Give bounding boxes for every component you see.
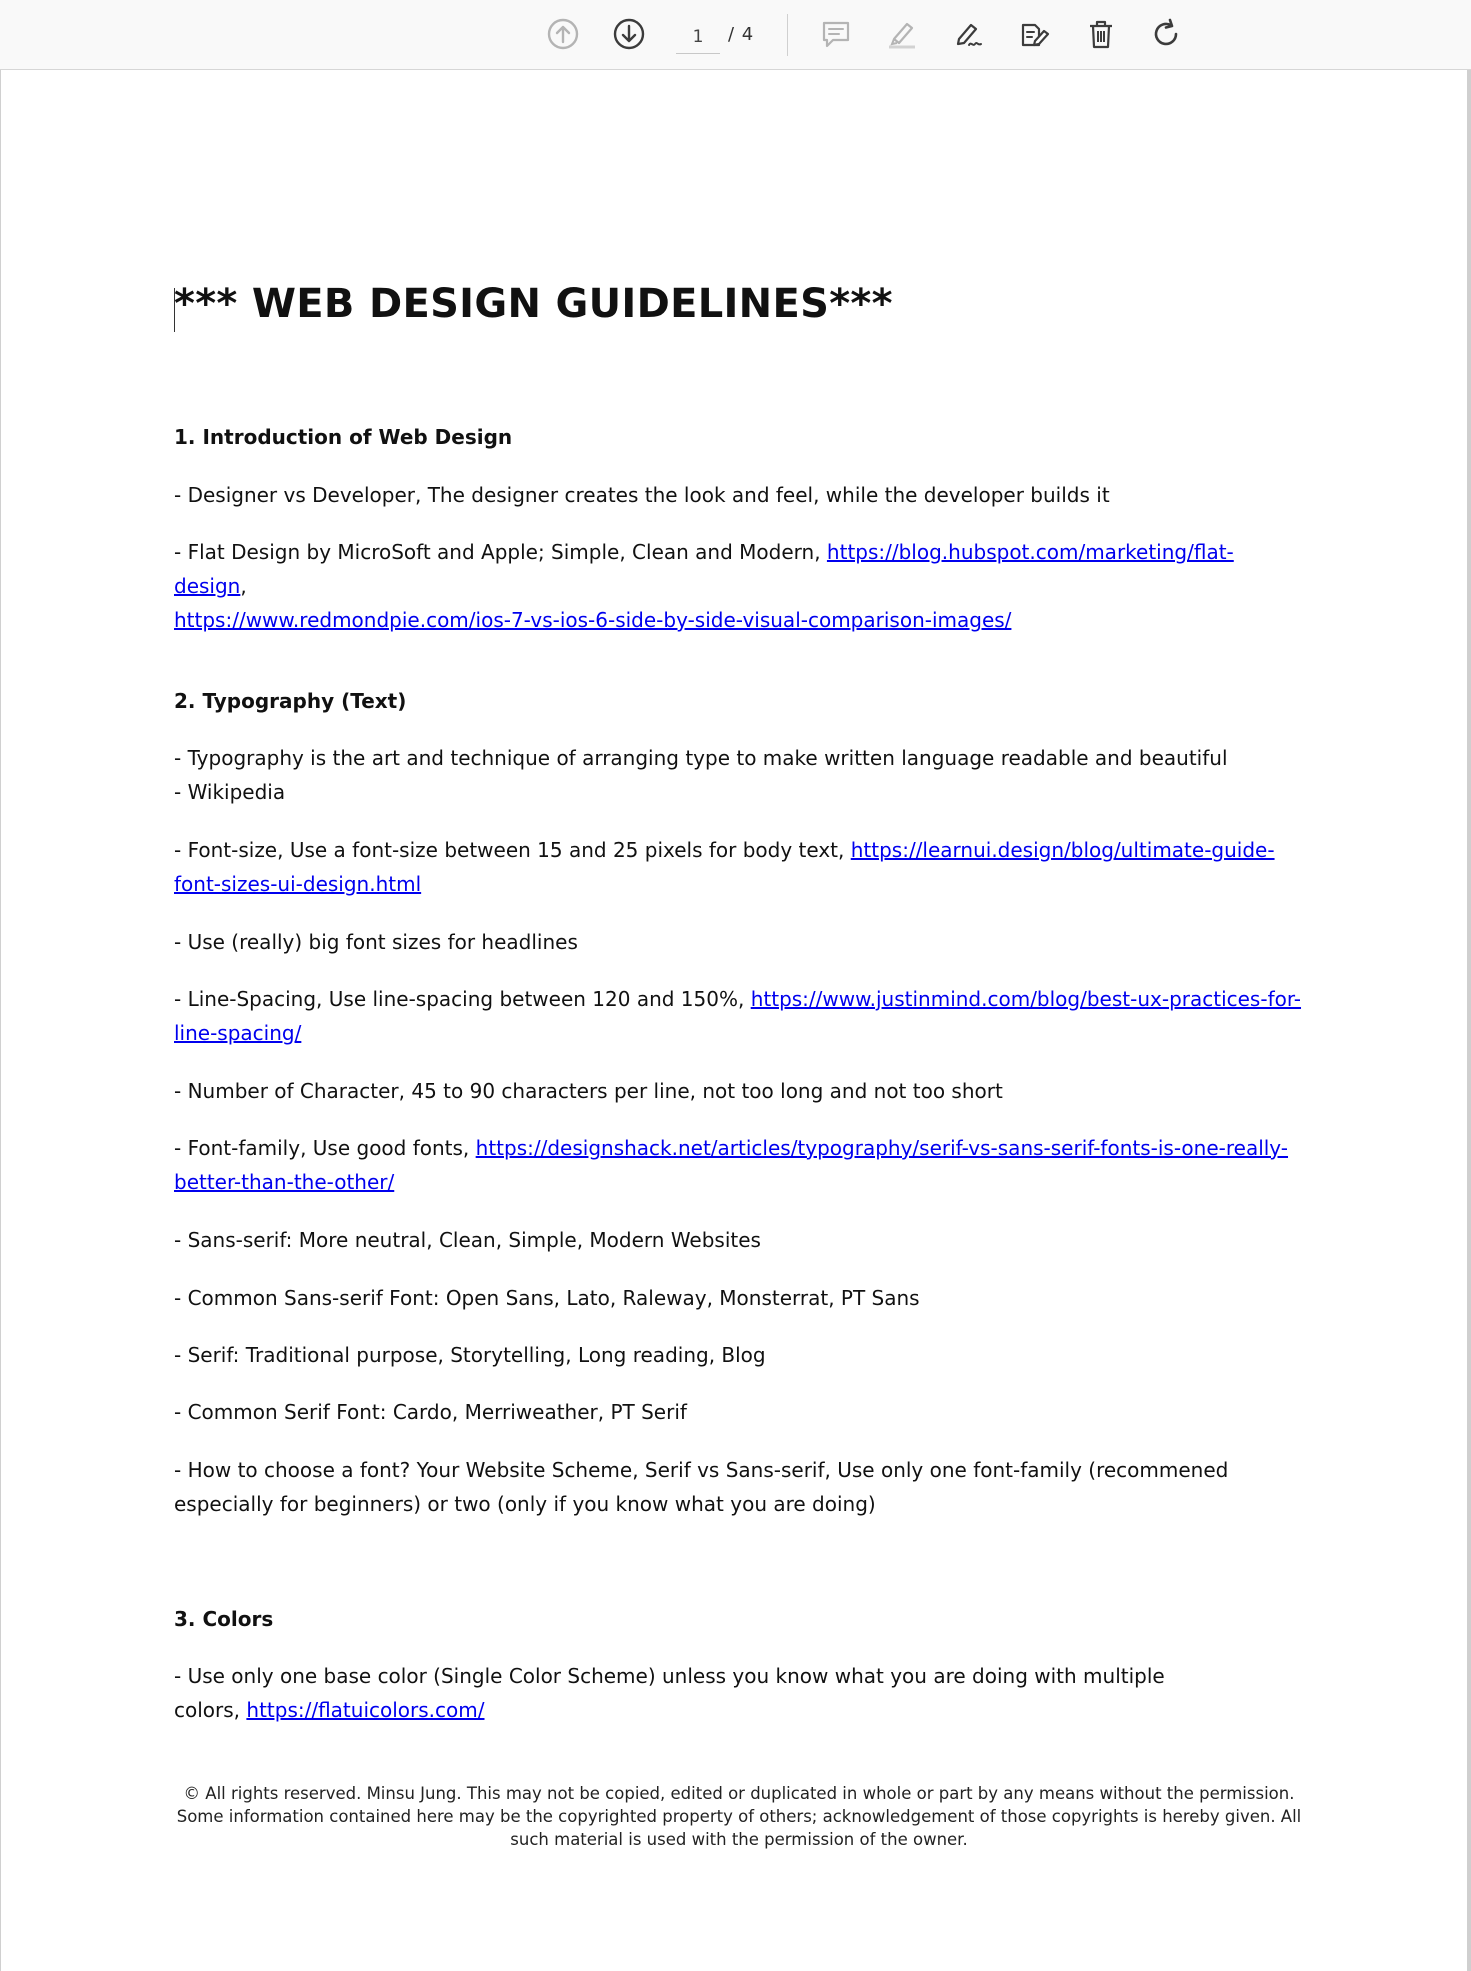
toolbar-divider [787, 14, 788, 56]
pdf-page: *** WEB DESIGN GUIDELINES*** 1. Introduc… [0, 70, 1471, 1971]
separator-text: , [240, 574, 247, 598]
section-heading-introduction: 1. Introduction of Web Design [174, 425, 513, 449]
highlighter-icon [889, 22, 915, 49]
paragraph-text: - Flat Design by MicroSoft and Apple; Si… [174, 540, 827, 564]
paragraph: - Use (really) big font sizes for headli… [174, 930, 578, 954]
paragraph: - Designer vs Developer, The designer cr… [174, 483, 1110, 507]
page-total-label: / 4 [728, 24, 755, 45]
paragraph: - Sans-serif: More neutral, Clean, Simpl… [174, 1228, 761, 1252]
document-title: *** WEB DESIGN GUIDELINES*** [174, 281, 893, 327]
section-heading-colors: 3. Colors [174, 1607, 274, 1631]
highlight-button[interactable] [882, 14, 922, 54]
scrollbar-edge[interactable] [1467, 70, 1471, 1971]
page-number-input[interactable] [676, 20, 720, 54]
rotate-icon [1154, 18, 1178, 46]
paragraph-with-links: - Font-size, Use a font-size between 15 … [174, 833, 1304, 901]
arrow-up-circle-icon [547, 18, 579, 50]
paragraph: - Typography is the art and technique of… [174, 746, 1228, 804]
paragraph: - How to choose a font? Your Website Sch… [174, 1458, 1229, 1516]
link-redmondpie-comparison[interactable]: https://www.redmondpie.com/ios-7-vs-ios-… [174, 608, 1011, 632]
paragraph-with-links: - Font-family, Use good fonts, https://d… [174, 1131, 1304, 1199]
previous-page-button[interactable] [543, 14, 583, 54]
draw-button[interactable] [948, 14, 988, 54]
paragraph-text: - Font-size, Use a font-size between 15 … [174, 838, 851, 862]
edit-text-button[interactable] [1014, 14, 1054, 54]
link-flatuicolors[interactable]: https://flatuicolors.com/ [246, 1698, 484, 1722]
trash-icon [1090, 20, 1112, 49]
paragraph: - Common Sans-serif Font: Open Sans, Lat… [174, 1286, 920, 1310]
pdf-toolbar: / 4 [0, 0, 1471, 70]
paragraph-text: - Line-Spacing, Use line-spacing between… [174, 987, 751, 1011]
rotate-button[interactable] [1146, 14, 1186, 54]
next-page-button[interactable] [609, 14, 649, 54]
paragraph: - Common Serif Font: Cardo, Merriweather… [174, 1400, 687, 1424]
add-comment-button[interactable] [816, 14, 856, 54]
arrow-down-circle-icon [613, 18, 645, 50]
paragraph-text: - Font-family, Use good fonts, [174, 1136, 476, 1160]
edit-text-icon [1021, 23, 1050, 47]
paragraph-with-links: - Flat Design by MicroSoft and Apple; Si… [174, 535, 1304, 637]
paragraph: - Number of Character, 45 to 90 characte… [174, 1079, 1003, 1103]
paragraph-with-links: - Line-Spacing, Use line-spacing between… [174, 982, 1304, 1050]
comment-icon [822, 21, 850, 48]
paragraph-with-links: - Use only one base color (Single Color … [174, 1659, 1234, 1727]
pen-signature-icon [956, 23, 982, 46]
delete-button[interactable] [1081, 14, 1121, 54]
copyright-footer: © All rights reserved. Minsu Jung. This … [176, 1784, 1302, 1849]
paragraph: - Serif: Traditional purpose, Storytelli… [174, 1343, 766, 1367]
section-heading-typography: 2. Typography (Text) [174, 689, 407, 713]
